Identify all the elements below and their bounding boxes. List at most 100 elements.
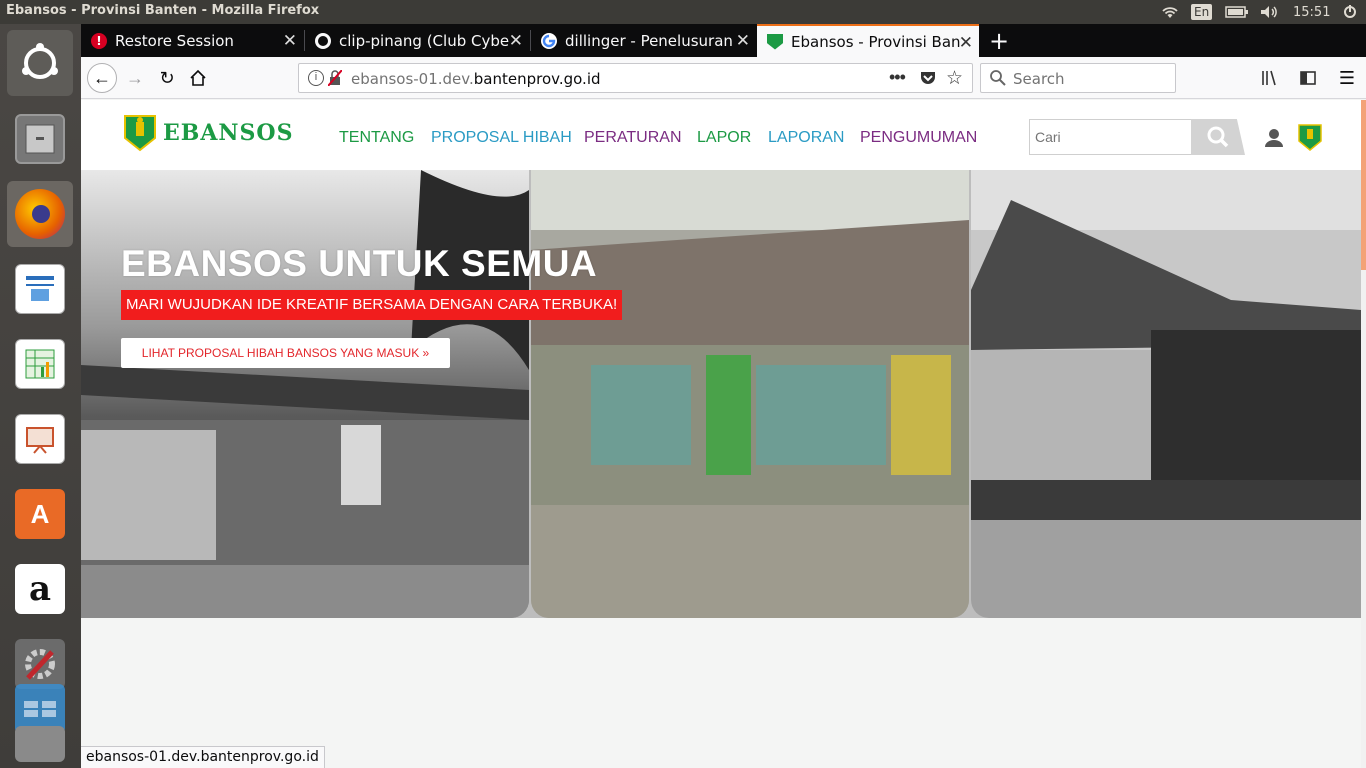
tab-label: clip-pinang (Club Cyber I	[339, 31, 509, 50]
window-title: Ebansos - Provinsi Banten - Mozilla Fire…	[6, 3, 320, 18]
github-icon	[315, 32, 331, 49]
arrow-left-icon: ←	[93, 67, 111, 88]
spreadsheet-icon	[15, 339, 65, 389]
hero-title: EBANSOS UNTUK SEMUA	[121, 243, 598, 284]
reload-icon: ↻	[159, 67, 175, 88]
status-bar: ebansos-01.dev.bantenprov.go.id	[81, 746, 325, 768]
file-cabinet-icon	[15, 114, 65, 164]
forward-button[interactable]: →	[121, 64, 149, 92]
back-button[interactable]: ←	[87, 63, 117, 93]
sidebar-icon	[1300, 71, 1316, 85]
home-icon	[190, 69, 206, 86]
url-subdomain: ebansos-01.dev.	[351, 70, 474, 88]
writer-button[interactable]	[7, 256, 73, 322]
banten-icon	[767, 33, 783, 50]
scrollbar-thumb[interactable]	[1361, 100, 1366, 270]
document-icon	[15, 264, 65, 314]
trash-icon	[15, 726, 65, 762]
info-icon[interactable]: i	[308, 70, 324, 86]
google-icon	[541, 32, 557, 49]
search-bar[interactable]: Search	[980, 63, 1176, 93]
navigation-toolbar: ← → ↻ i ebansos-01.dev.bantenprov.go.id …	[81, 57, 1366, 99]
library-icon	[1262, 70, 1276, 86]
impress-button[interactable]	[7, 406, 73, 472]
hero-tagline: MARI WUJUDKAN IDE KREATIF BERSAMA DENGAN…	[121, 290, 623, 320]
ubuntu-logo-icon	[15, 38, 65, 88]
hero-banner: EBANSOS UNTUK SEMUA MARI WUJUDKAN IDE KR…	[81, 170, 1361, 618]
close-icon[interactable]: ✕	[509, 31, 523, 51]
hero-photo-center	[531, 170, 969, 618]
sidebar-button[interactable]	[1294, 64, 1322, 92]
tab-dillinger[interactable]: dillinger - Penelusuran G ✕	[531, 24, 756, 57]
reload-button[interactable]: ↻	[153, 64, 181, 92]
menu-item-proposal-hibah[interactable]: PROPOSAL HIBAH	[431, 129, 572, 147]
tab-label: Restore Session	[115, 31, 234, 50]
firefox-button[interactable]	[7, 181, 73, 247]
page-actions-icon[interactable]: •••	[889, 67, 906, 88]
insecure-lock-icon[interactable]	[327, 69, 343, 87]
close-icon[interactable]: ✕	[959, 33, 973, 53]
firefox-icon	[15, 189, 65, 239]
shopping-bag-icon: A	[15, 489, 65, 539]
clock[interactable]: 15:51	[1293, 0, 1330, 24]
banten-emblem-icon	[124, 115, 156, 152]
presentation-icon	[15, 414, 65, 464]
search-icon	[989, 69, 1007, 92]
wifi-icon[interactable]	[1160, 0, 1180, 24]
battery-icon[interactable]	[1225, 0, 1249, 24]
system-menu-icon[interactable]	[1342, 0, 1358, 24]
arrow-right-icon: →	[126, 67, 144, 88]
ubuntu-dash-button[interactable]	[7, 30, 73, 96]
site-search-button[interactable]	[1191, 119, 1245, 155]
bookmark-star-icon[interactable]: ☆	[946, 67, 963, 90]
site-header: EBANSOS TENTANG PROPOSAL HIBAH PERATURAN…	[81, 100, 1361, 170]
trash-button[interactable]	[7, 724, 73, 764]
launcher: A a	[0, 24, 81, 768]
menu-item-laporan[interactable]: LAPORAN	[768, 129, 844, 147]
menu-item-tentang[interactable]: TENTANG	[339, 129, 414, 147]
files-button[interactable]	[7, 106, 73, 172]
user-icon[interactable]	[1264, 128, 1284, 153]
amazon-button[interactable]: a	[7, 556, 73, 622]
page-content: EBANSOS TENTANG PROPOSAL HIBAH PERATURAN…	[81, 100, 1361, 768]
banten-emblem-small-icon[interactable]	[1298, 124, 1322, 156]
url-bar[interactable]: i ebansos-01.dev.bantenprov.go.id ••• ☆	[298, 63, 973, 93]
menu-item-lapor[interactable]: LAPOR	[697, 129, 751, 147]
menu-item-pengumuman[interactable]: PENGUMUMAN	[860, 129, 977, 147]
site-search-input[interactable]	[1030, 120, 1180, 154]
pocket-icon[interactable]	[919, 69, 937, 92]
menu-item-peraturan[interactable]: PERATURAN	[584, 129, 682, 147]
system-top-bar: Ebansos - Provinsi Banten - Mozilla Fire…	[0, 0, 1366, 24]
new-tab-button[interactable]: +	[979, 24, 1013, 57]
close-icon[interactable]: ✕	[283, 31, 297, 51]
hero-photo-right	[971, 170, 1361, 618]
plus-icon: +	[989, 26, 1010, 55]
hamburger-icon: ☰	[1338, 67, 1356, 88]
menu-button[interactable]: ☰	[1333, 64, 1361, 92]
software-center-button[interactable]: A	[7, 481, 73, 547]
hero-cta-button[interactable]: LIHAT PROPOSAL HIBAH BANSOS YANG MASUK »	[121, 338, 450, 368]
tab-clip-pinang[interactable]: clip-pinang (Club Cyber I ✕	[305, 24, 529, 57]
home-button[interactable]	[184, 64, 212, 92]
warning-icon: !	[91, 32, 107, 49]
site-logo[interactable]: EBANSOS	[123, 114, 293, 152]
keyboard-layout-label: En	[1191, 4, 1213, 20]
close-icon[interactable]: ✕	[736, 31, 750, 51]
search-icon	[1207, 126, 1229, 148]
amazon-icon: a	[15, 564, 65, 614]
volume-icon[interactable]	[1259, 0, 1279, 24]
tab-strip: ! Restore Session ✕ clip-pinang (Club Cy…	[81, 24, 1366, 57]
url-domain: bantenprov.go.id	[473, 70, 601, 88]
tab-ebansos[interactable]: Ebansos - Provinsi Bante ✕	[757, 24, 979, 57]
library-button[interactable]	[1255, 64, 1283, 92]
search-placeholder: Search	[1013, 70, 1065, 88]
url-text[interactable]: ebansos-01.dev.bantenprov.go.id	[351, 70, 601, 88]
calc-button[interactable]	[7, 331, 73, 397]
tab-restore-session[interactable]: ! Restore Session ✕	[81, 24, 303, 57]
hero-photo-left	[81, 170, 529, 618]
keyboard-indicator[interactable]: En	[1191, 0, 1213, 24]
site-search-box	[1029, 119, 1194, 155]
tab-label: dillinger - Penelusuran G	[565, 31, 735, 50]
tab-label: Ebansos - Provinsi Bante	[791, 32, 961, 51]
page-scrollbar[interactable]	[1361, 100, 1366, 768]
